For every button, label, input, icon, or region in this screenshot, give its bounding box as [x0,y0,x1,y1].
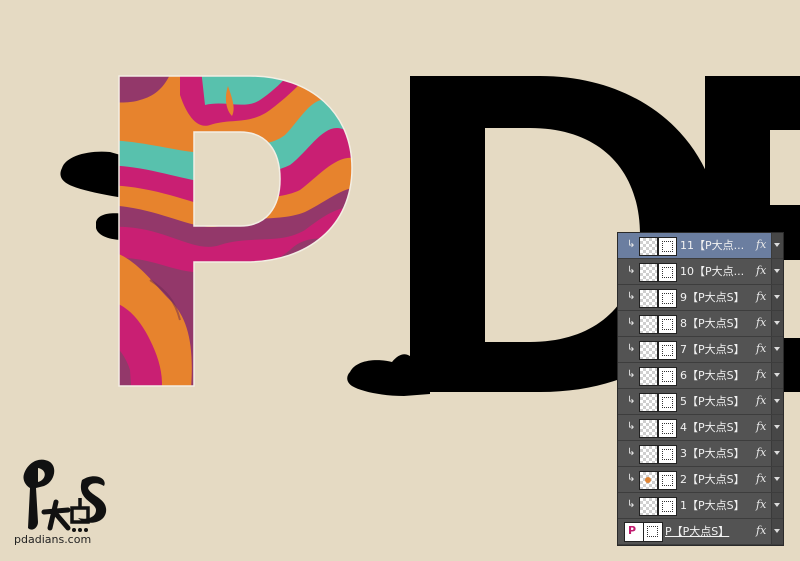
layers-panel: ↳ 11【P大点... fx ↳ 10【P大点... fx ↳ 9【P大点S】 … [617,232,784,546]
fx-icon[interactable]: fx [756,472,766,486]
black-hand-left [60,151,124,240]
layer-thumbnail [639,393,658,412]
clipping-arrow-icon: ↳ [627,473,636,484]
layer-thumbnail [639,471,658,490]
layer-row-10[interactable]: ↳ 10【P大点... fx [618,259,783,285]
layer-name: 2【P大点S】 [680,473,745,486]
layer-thumbnail [639,237,658,256]
clipping-arrow-icon: ↳ [627,395,636,406]
expand-effects-toggle[interactable] [771,519,783,544]
expand-effects-toggle[interactable] [771,467,783,492]
layer-mask-thumbnail [658,419,677,438]
expand-effects-toggle[interactable] [771,415,783,440]
expand-effects-toggle[interactable] [771,363,783,388]
layer-row-11[interactable]: ↳ 11【P大点... fx [618,233,783,259]
layer-mask-thumbnail [658,471,677,490]
layer-mask-thumbnail [658,445,677,464]
layer-mask-thumbnail [658,289,677,308]
layer-name: 7【P大点S】 [680,343,745,356]
clipping-arrow-icon: ↳ [627,265,636,276]
layer-row-9[interactable]: ↳ 9【P大点S】 fx [618,285,783,311]
layer-thumbnail [639,315,658,334]
layer-mask-thumbnail [658,237,677,256]
expand-effects-toggle[interactable] [771,311,783,336]
layer-mask-thumbnail [658,497,677,516]
layer-thumbnail [639,341,658,360]
layer-name: 8【P大点S】 [680,317,745,330]
expand-effects-toggle[interactable] [771,337,783,362]
clipping-arrow-icon: ↳ [627,317,636,328]
layer-mask-thumbnail [658,367,677,386]
fx-icon[interactable]: fx [756,394,766,408]
layer-row-2[interactable]: ↳ 2【P大点S】 fx [618,467,783,493]
layer-row-6[interactable]: ↳ 6【P大点S】 fx [618,363,783,389]
layer-row-5[interactable]: ↳ 5【P大点S】 fx [618,389,783,415]
fx-icon[interactable]: fx [756,342,766,356]
fx-icon[interactable]: fx [756,420,766,434]
layer-row-8[interactable]: ↳ 8【P大点S】 fx [618,311,783,337]
watermark-site: pdadians.com [14,533,92,546]
layer-name: 9【P大点S】 [680,291,745,304]
layer-name: P【P大点S】 [665,525,730,538]
layer-name: 1【P大点S】 [680,499,745,512]
layer-thumbnail: P [624,522,644,542]
clipping-arrow-icon: ↳ [627,343,636,354]
fx-icon[interactable]: fx [756,498,766,512]
fx-icon[interactable]: fx [756,238,766,252]
expand-effects-toggle[interactable] [771,233,783,258]
expand-effects-toggle[interactable] [771,389,783,414]
layer-mask-thumbnail [658,263,677,282]
layer-name: 3【P大点S】 [680,447,745,460]
layer-thumbnail [639,445,658,464]
layer-row-4[interactable]: ↳ 4【P大点S】 fx [618,415,783,441]
layer-row-3[interactable]: ↳ 3【P大点S】 fx [618,441,783,467]
fx-icon[interactable]: fx [756,524,766,538]
layer-thumbnail [639,289,658,308]
layer-mask-thumbnail [658,315,677,334]
layer-thumbnail [639,263,658,282]
layer-name: 10【P大点... [680,265,745,278]
expand-effects-toggle[interactable] [771,259,783,284]
fx-icon[interactable]: fx [756,446,766,460]
layer-name: 11【P大点... [680,239,745,252]
layer-name: 4【P大点S】 [680,421,745,434]
layer-mask-thumbnail [658,341,677,360]
expand-effects-toggle[interactable] [771,285,783,310]
layer-mask-thumbnail [658,393,677,412]
clipping-arrow-icon: ↳ [627,369,636,380]
clipping-arrow-icon: ↳ [627,499,636,510]
layer-row-base-p[interactable]: P P【P大点S】 fx [618,519,783,545]
clipping-arrow-icon: ↳ [627,421,636,432]
layer-name: 6【P大点S】 [680,369,745,382]
clipping-arrow-icon: ↳ [627,239,636,250]
layer-name: 5【P大点S】 [680,395,745,408]
fx-icon[interactable]: fx [756,290,766,304]
expand-effects-toggle[interactable] [771,493,783,518]
clipping-arrow-icon: ↳ [627,447,636,458]
layer-thumbnail [639,419,658,438]
clipping-arrow-icon: ↳ [627,291,636,302]
fx-icon[interactable]: fx [756,264,766,278]
layer-mask-thumbnail [643,522,663,542]
layer-row-7[interactable]: ↳ 7【P大点S】 fx [618,337,783,363]
layer-thumbnail [639,367,658,386]
layer-row-1[interactable]: ↳ 1【P大点S】 fx [618,493,783,519]
fx-icon[interactable]: fx [756,368,766,382]
fx-icon[interactable]: fx [756,316,766,330]
layer-thumbnail [639,497,658,516]
expand-effects-toggle[interactable] [771,441,783,466]
